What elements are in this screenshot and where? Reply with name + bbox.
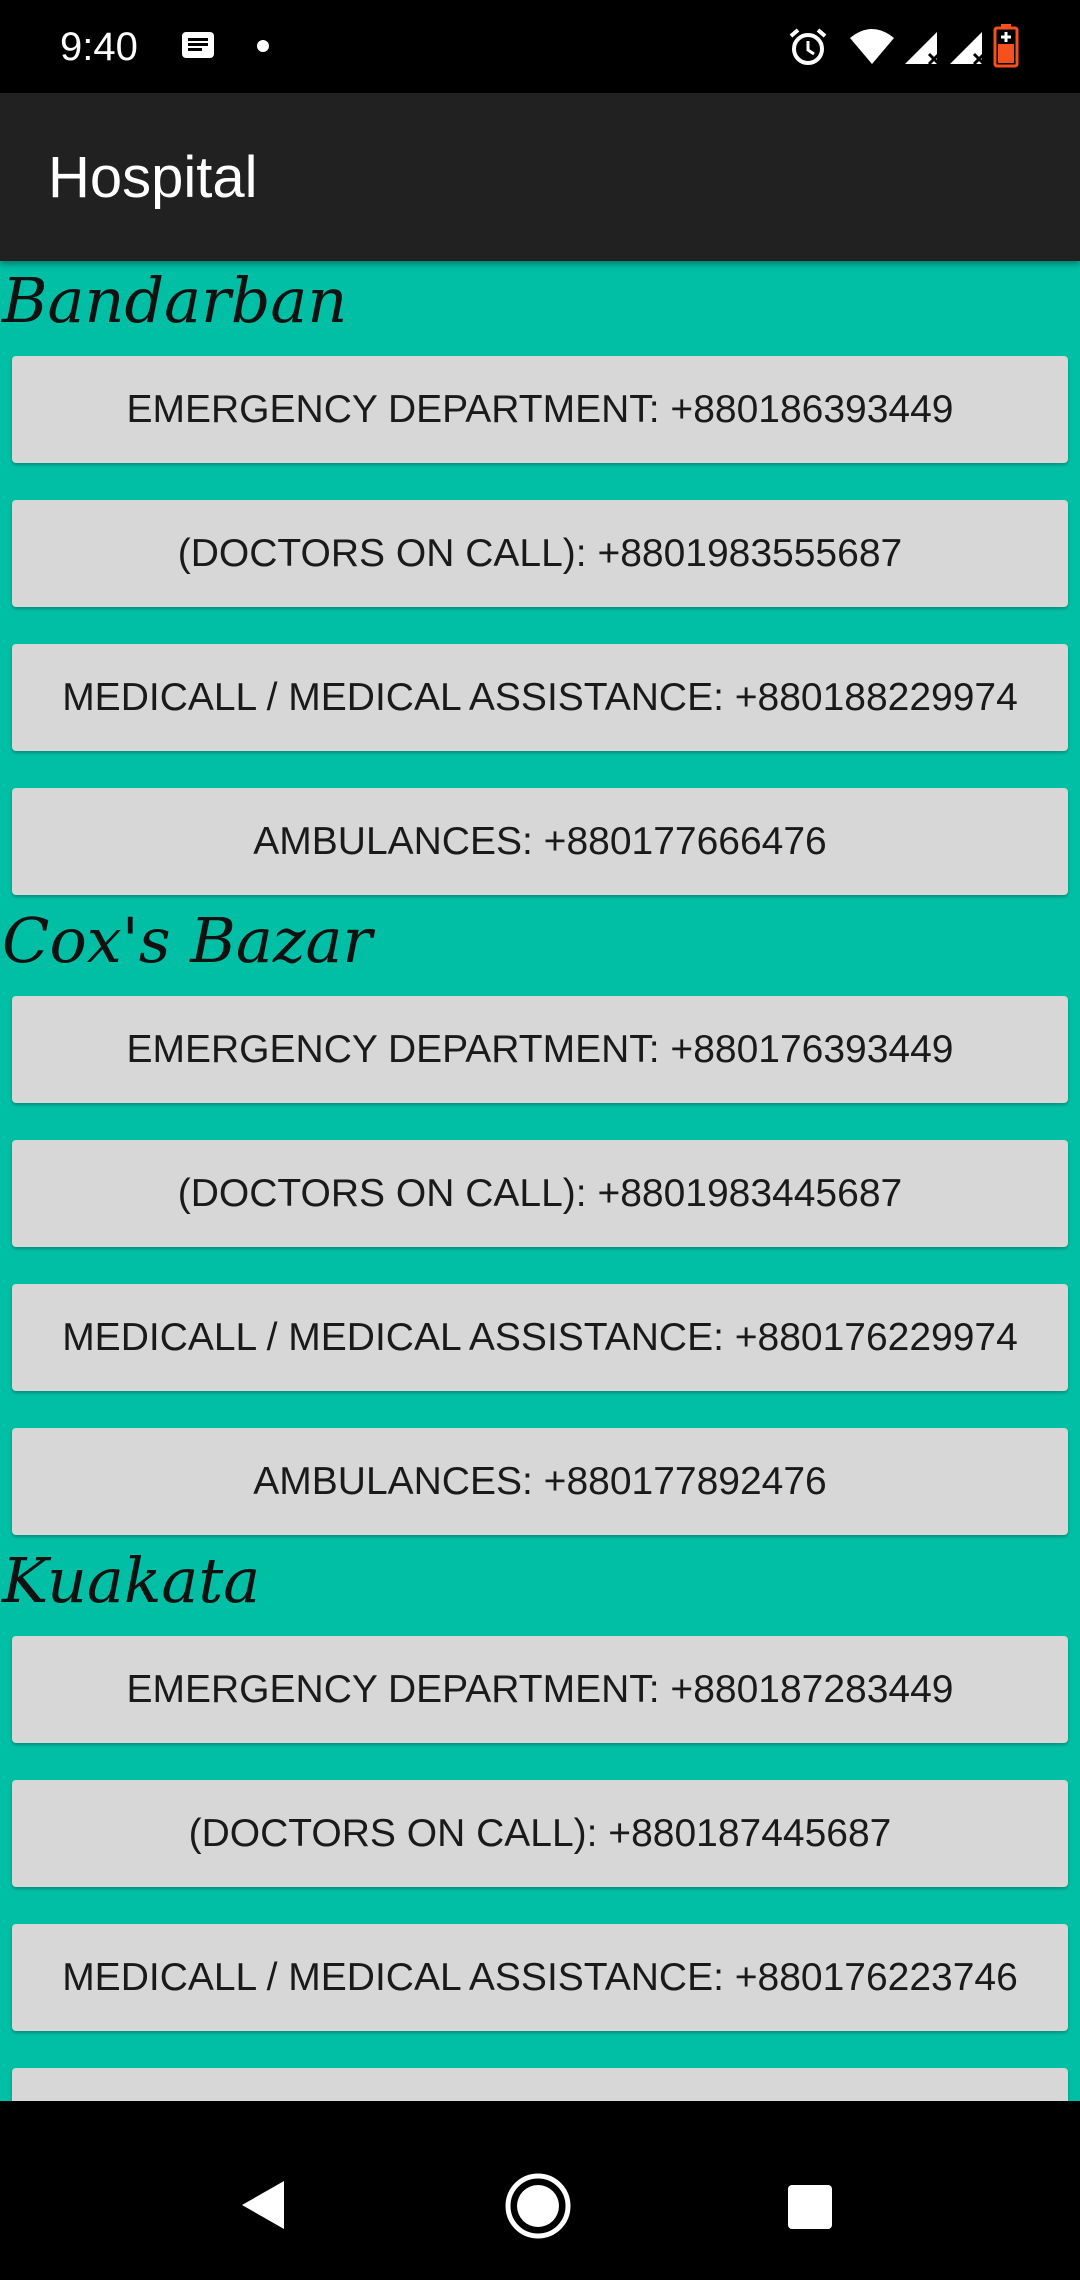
recents-icon[interactable]	[786, 2183, 834, 2231]
battery-icon	[993, 24, 1019, 68]
signal-icon-2	[950, 32, 986, 66]
city-heading: Kuakata	[2, 1544, 261, 1617]
ambulances-button[interactable]: AMBULANCES: +880177666476	[12, 788, 1068, 895]
doctors-on-call-button[interactable]: (DOCTORS ON CALL): +880187445687	[12, 1780, 1068, 1887]
dot-icon	[257, 40, 269, 52]
back-icon[interactable]	[238, 2177, 290, 2233]
city-heading: Bandarban	[2, 264, 348, 337]
navigation-bar	[0, 2101, 1080, 2280]
emergency-department-button[interactable]: EMERGENCY DEPARTMENT: +880176393449	[12, 996, 1068, 1103]
city-section-kuakata: Kuakata EMERGENCY DEPARTMENT: +880187283…	[0, 1541, 1080, 2101]
alarm-icon	[789, 28, 827, 65]
ambulances-button[interactable]: AMBULANCES: +880177892476	[12, 1428, 1068, 1535]
city-heading: Cox's Bazar	[2, 904, 373, 977]
medical-assistance-button[interactable]: MEDICALL / MEDICAL ASSISTANCE: +88017622…	[12, 1924, 1068, 2031]
contact-list[interactable]: Bandarban EMERGENCY DEPARTMENT: +8801863…	[0, 261, 1080, 2101]
signal-icon	[905, 32, 941, 66]
partial-next-button[interactable]	[12, 2068, 1068, 2101]
doctors-on-call-button[interactable]: (DOCTORS ON CALL): +8801983555687	[12, 500, 1068, 607]
medical-assistance-button[interactable]: MEDICALL / MEDICAL ASSISTANCE: +88018822…	[12, 644, 1068, 751]
wifi-icon	[850, 29, 894, 64]
emergency-department-button[interactable]: EMERGENCY DEPARTMENT: +880186393449	[12, 356, 1068, 463]
status-bar: 9:40	[0, 0, 1080, 93]
emergency-department-button[interactable]: EMERGENCY DEPARTMENT: +880187283449	[12, 1636, 1068, 1743]
app-title: Hospital	[48, 145, 258, 210]
city-section-coxs-bazar: Cox's Bazar EMERGENCY DEPARTMENT: +88017…	[0, 901, 1080, 1541]
city-section-bandarban: Bandarban EMERGENCY DEPARTMENT: +8801863…	[0, 261, 1080, 901]
message-icon	[182, 32, 214, 58]
doctors-on-call-button[interactable]: (DOCTORS ON CALL): +8801983445687	[12, 1140, 1068, 1247]
home-icon[interactable]	[503, 2171, 573, 2241]
medical-assistance-button[interactable]: MEDICALL / MEDICAL ASSISTANCE: +88017622…	[12, 1284, 1068, 1391]
app-bar: Hospital	[0, 93, 1080, 261]
status-time: 9:40	[60, 25, 138, 69]
